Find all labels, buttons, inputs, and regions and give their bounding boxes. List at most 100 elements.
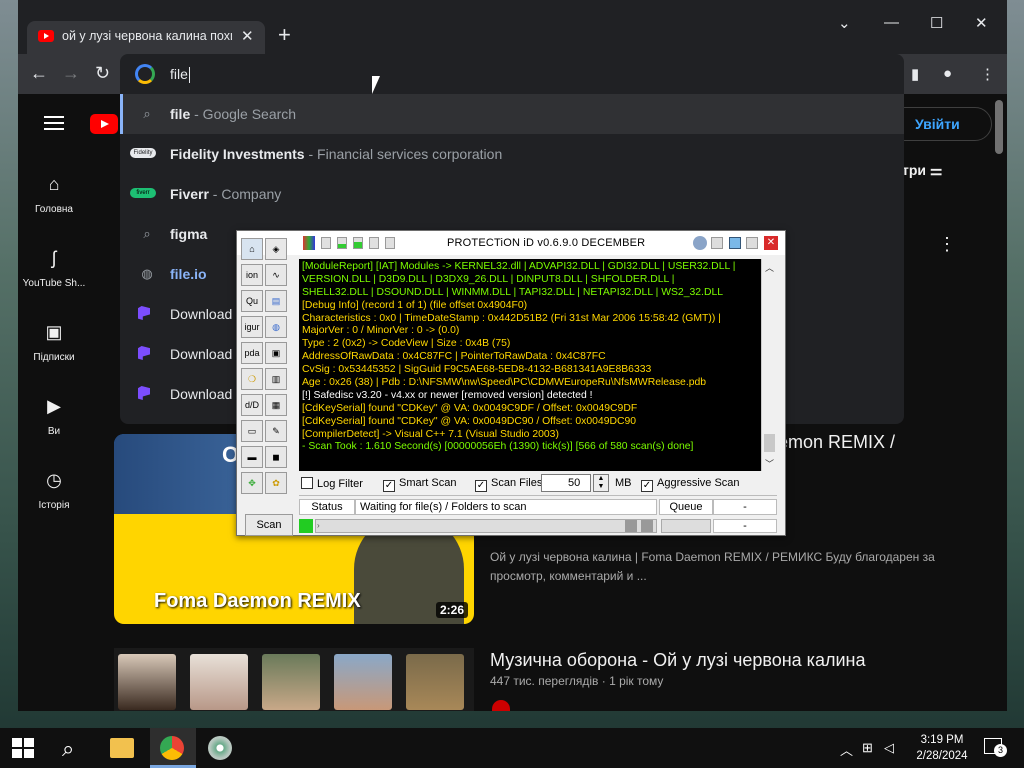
disk-icon[interactable]: ▥ [265,368,287,390]
chip-icon[interactable]: ▬ [241,446,263,468]
sidebar-item-label: Ви [47,426,61,437]
protection-id-title: PROTECTiON iD v0.6.9.0 DECEMBER [447,237,646,249]
clock[interactable]: 3:19 PM 2/28/2024 [904,732,980,764]
level-indicator-icon [337,237,347,249]
youtube-logo[interactable] [90,114,118,134]
window-mini-button[interactable] [711,237,723,249]
box-icon[interactable]: ◼ [265,446,287,468]
text-caret [188,67,190,84]
suggestion-title: Download [170,386,233,402]
open-file-icon[interactable]: ⌂ [241,238,263,260]
suggestion-text: figma [170,226,207,242]
address-input[interactable]: file [170,66,190,84]
close-tab-icon[interactable]: ✕ [241,27,254,45]
progress-block [625,520,637,532]
log-line: [CdKeySerial] found "CDKey" @ VA: 0x0049… [302,402,638,414]
suggestion-item[interactable]: fiverr Fiverr - Company [120,174,904,214]
scrollbar-thumb[interactable] [764,434,775,452]
side-panel-icon[interactable]: ▮ [911,65,919,83]
reload-button[interactable]: ↻ [95,63,110,84]
sidebar-item-history[interactable]: ◷ Історія [18,470,90,511]
new-tab-button[interactable]: + [278,22,291,48]
sliders-icon: ⚌ [929,162,943,178]
palette-icon[interactable]: ✿ [265,472,287,494]
chrome-icon[interactable] [160,736,184,760]
scan-button[interactable]: Scan [245,514,293,536]
thumbnail-face [262,654,320,710]
sidebar-item-subscriptions[interactable]: ▣ Підписки [18,322,90,363]
network-icon[interactable]: ✥ [241,472,263,494]
filters-label: три [902,162,927,178]
tool-button[interactable]: pda [241,342,263,364]
browser-tab[interactable]: ой у лузі червона калина похил ✕ [27,21,265,54]
tools-icon[interactable]: ✎ [265,420,287,442]
video-title[interactable]: emon REMIX / [778,432,895,453]
file-explorer-icon[interactable] [110,738,134,758]
scan-device-icon[interactable]: ◈ [265,238,287,260]
maximize-button[interactable]: ☐ [930,14,943,32]
scroll-up-icon[interactable]: ︿ [765,261,774,274]
address-input-value: file [170,66,188,82]
channel-avatar[interactable] [492,700,510,711]
protection-id-icon[interactable] [208,736,232,760]
graph-icon[interactable]: ∿ [265,264,287,286]
close-button[interactable]: ✕ [764,236,778,250]
film-icon[interactable]: ▦ [265,394,287,416]
aggressive-scan-checkbox[interactable]: ✓ Aggressive Scan [641,477,740,492]
hamburger-menu-icon[interactable] [44,116,64,130]
tool-button[interactable]: ion [241,264,263,286]
filters-button[interactable]: три ⚌ [902,162,942,179]
document-icon[interactable]: ▭ [241,420,263,442]
profile-icon[interactable]: ● [943,65,952,82]
minimize-button[interactable]: — [884,14,899,31]
tool-buttons: ⌂ ◈ ion ∿ Qu ▤ igur ◍ pda ▣ ❍ ▥ d/D ▦ ▭ … [241,238,293,536]
globe-icon[interactable]: ◍ [265,316,287,338]
settings-gear-icon[interactable] [693,236,707,250]
status-label: Status [299,499,355,515]
tool-button[interactable]: Qu [241,290,263,312]
notifications-button[interactable]: 3 [984,738,1007,758]
video-more-icon[interactable]: ⋮ [938,234,956,255]
page-icon[interactable]: ▤ [265,290,287,312]
forward-button[interactable]: → [62,63,80,84]
thumbnail-face [118,654,176,710]
shorts-icon: ʃ [52,248,56,268]
smart-scan-checkbox[interactable]: ✓ Smart Scan [383,477,456,492]
window-mini-button[interactable] [746,237,758,249]
tool-button[interactable]: d/D [241,394,263,416]
log-filter-checkbox[interactable]: Log Filter [301,477,363,490]
log-line: Age : 0x26 (38) | Pdb : D:\NFSMW\nw\Spee… [302,377,707,389]
page-scrollbar[interactable] [995,100,1003,154]
scroll-down-icon[interactable]: ﹀ [765,457,774,470]
tray-chevron-icon[interactable]: ︿ [840,740,853,759]
video-title-2[interactable]: Музична оборона - Ой у лузі червона кали… [490,650,865,671]
scan-size-input[interactable]: 50 [541,474,591,492]
search-icon[interactable]: ⌕ [62,736,88,761]
close-window-button[interactable]: ✕ [975,14,988,32]
progress-arrow-icon[interactable]: › [317,521,327,531]
menu-dots-icon[interactable]: ⋮ [980,65,995,83]
suggestion-item[interactable]: Fidelity Fidelity Investments - Financia… [120,134,904,174]
protection-id-titlebar[interactable]: PROTECTiON iD v0.6.9.0 DECEMBER ✕ [237,231,785,255]
back-button[interactable]: ← [30,63,48,84]
sidebar-item-home[interactable]: ⌂ Головна [18,174,90,215]
volume-muted-icon[interactable]: ◁ [884,740,894,756]
scan-log[interactable]: [ModuleReport] [IAT] Modules -> KERNEL32… [299,259,777,471]
window-mini-button[interactable] [385,237,395,249]
tool-button[interactable]: igur [241,316,263,338]
suggestion-item[interactable]: ⌕ file - Google Search [120,94,904,134]
monitor-icon[interactable]: ▣ [265,342,287,364]
window-mini-button[interactable] [369,237,379,249]
folder-icon[interactable]: ❍ [241,368,263,390]
restore-button[interactable] [729,237,741,249]
sidebar-item-shorts[interactable]: ʃ YouTube Sh... [18,248,90,289]
size-stepper-icon[interactable]: ▲ ▼ [593,474,609,492]
tab-search-chevron-icon[interactable]: ⌄ [838,14,851,32]
address-bar[interactable]: file [120,54,904,94]
video-thumbnail-2[interactable] [114,648,474,711]
sidebar-item-you[interactable]: ▶ Ви [18,396,90,437]
log-line: MajorVer : 0 / MinorVer : 0 -> (0.0) [302,325,460,337]
window-mini-button[interactable] [321,237,331,249]
network-icon[interactable]: ⊞ [862,740,873,756]
log-scrollbar[interactable]: ︿ ﹀ [761,259,777,471]
